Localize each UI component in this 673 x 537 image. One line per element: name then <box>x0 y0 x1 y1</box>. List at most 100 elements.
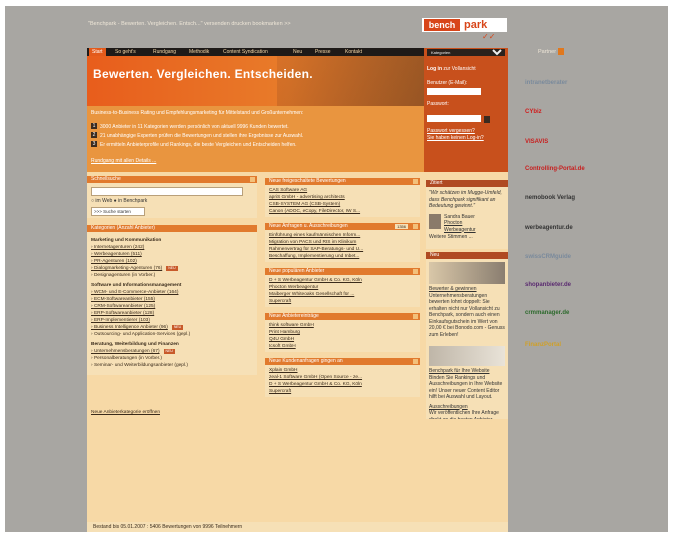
category-item[interactable]: › CRM-Softwareanbieter (125) <box>91 303 253 310</box>
partner-logo[interactable]: intranetberater <box>525 80 567 86</box>
partner-logo[interactable]: nemobook Verlag <box>525 195 575 201</box>
rss-icon[interactable] <box>413 179 418 184</box>
category-item[interactable]: › WCM- und E-Commerce-Anbieter (164) <box>91 289 253 296</box>
partner-logo[interactable]: FinanzPortal <box>525 342 561 348</box>
partner-logo[interactable]: Controlling-Portal.de <box>525 166 585 172</box>
news-item-link[interactable]: Xplain GmbH <box>269 367 416 374</box>
partner-icon <box>557 48 564 55</box>
point-number-2: 2 <box>91 132 97 138</box>
category-item-label: Internetagenturen (242) <box>93 245 145 250</box>
news-item-link[interactable]: D + S Werbeagentur GmbH & Co. KG, Köln <box>269 277 416 284</box>
news-item-link[interactable]: D + S Werbeagentur GmbH & Co. KG, Köln <box>269 381 416 388</box>
partner-logo[interactable]: shopanbieter.de <box>525 282 571 288</box>
partner-logo[interactable]: CYbiz <box>525 109 542 115</box>
quicksearch-title: Schnellsuche <box>91 176 121 182</box>
news-item-link[interactable]: CAS Software AG <box>269 187 416 194</box>
benchpark-logo[interactable]: bench park ✓✓ <box>422 18 508 44</box>
news-section-list: D + S Werbeagentur GmbH & Co. KG, Köln Ph… <box>265 275 420 307</box>
partner-logo[interactable]: VISAVIS <box>525 139 548 145</box>
login-panel: Kategorien Log in zur Vollansicht Benutz… <box>424 48 508 172</box>
news-section-header: Neue populären Anbieter <box>265 268 420 275</box>
category-item[interactable]: › Internetagenturen (242) <box>91 244 253 251</box>
scope-benchpark-radio[interactable]: ● <box>114 198 117 204</box>
news-item-link[interactable]: Einführung eines kaufmännischen Inform..… <box>269 232 416 239</box>
news-item-link[interactable]: Canon (ADOC, eCopy, FileDirector, IW S..… <box>269 208 416 215</box>
search-settings-icon[interactable] <box>250 177 255 182</box>
nav-item-presse[interactable]: Presse <box>315 49 331 55</box>
nav-item-start[interactable]: Start <box>89 48 106 56</box>
tour-link[interactable]: Rundgang mit allen Details ... <box>91 158 156 164</box>
news-item-link[interactable]: Maiberger Whiteoaks Gesellschaft für ... <box>269 291 416 298</box>
nav-item-neu[interactable]: Neu <box>293 49 302 55</box>
nav-item-content-syndication[interactable]: Content Syndication <box>223 49 268 55</box>
news-section-list: think software GmbH Print Hamburg Q4U GmbH… <box>265 320 420 352</box>
news-item-link[interactable]: Migration von PACS und RIS im Klinikum <box>269 239 416 246</box>
category-item[interactable]: › Dialogmarketing-Agenturen (76) NEU <box>91 265 253 272</box>
logo-park-text: park <box>464 19 488 31</box>
login-go-button[interactable] <box>484 116 490 123</box>
category-item-label: Personalberatungen (in Vorber.) <box>93 356 162 361</box>
category-item[interactable]: › PR-Agenturen (102) <box>91 258 253 265</box>
new-image <box>429 262 505 284</box>
rss-icon[interactable] <box>413 314 418 319</box>
nav-item-rundgang[interactable]: Rundgang <box>153 49 176 55</box>
page-tagline[interactable]: "Benchpark - Bewerten. Vergleichen. Ents… <box>88 21 291 27</box>
new-badge: NEU <box>163 349 175 354</box>
news-item-link[interactable]: Print Hamburg <box>269 329 416 336</box>
partner-logo[interactable]: swissCRMguide <box>525 254 571 260</box>
category-item: › Seminar- und Weiterbildungsanbieter (g… <box>91 362 253 369</box>
category-item[interactable]: › ERP-Softwareanbieter (128) <box>91 310 253 317</box>
news-item-link[interactable]: Beschaffung, Implementierung und Inbet..… <box>269 253 416 260</box>
username-input[interactable] <box>427 88 481 95</box>
category-group-title: Marketing und Kommunikation <box>91 238 162 243</box>
scope-web-radio[interactable]: ○ <box>91 198 94 204</box>
partner-heading: Partner <box>538 48 564 55</box>
open-category-link[interactable]: Neue Anbieterkategorie eröffnen <box>87 409 257 416</box>
partner-logo[interactable]: crmmanager.de <box>525 310 569 316</box>
news-item-link[interactable]: zeal-1 Software GmbH (Open Source - ze..… <box>269 374 416 381</box>
rss-icon[interactable] <box>413 359 418 364</box>
news-item-link[interactable]: apriS GmbH - advertising architects <box>269 194 416 201</box>
quote-text: "Wir schätzen im Mugge-Umfeld, dass Benc… <box>429 190 502 209</box>
news-item-link[interactable]: Supercraft <box>269 388 416 395</box>
quicksearch-box: ○ im Web ● in Benchpark >>> Suche starte… <box>87 183 257 218</box>
news-section-header: Neue Anfragen u. Ausschreibungen 1356 <box>265 223 420 230</box>
category-item[interactable]: › ECM-Softwareanbieter (155) <box>91 296 253 303</box>
news-section-title: Neue Anfragen u. Ausschreibungen <box>269 223 348 229</box>
nav-item-so-gehts[interactable]: So geht's <box>115 49 136 55</box>
register-link[interactable]: Sie haben keinen Log-in? <box>427 135 484 141</box>
category-item[interactable]: › Business Intelligence Anbieter (96) NEU <box>91 324 253 331</box>
rss-icon[interactable] <box>413 224 418 229</box>
news-item-link[interactable]: tcsoft GmbH <box>269 343 416 350</box>
news-item-link[interactable]: think software GmbH <box>269 322 416 329</box>
password-input[interactable] <box>427 115 481 122</box>
news-sections: Neue freigeschaltete Bewertungen CAS Soft… <box>265 178 420 397</box>
forgot-password-link[interactable]: Passwort vergessen? <box>427 128 475 134</box>
more-quotes-link[interactable]: Weitere Stimmen ... <box>429 234 473 241</box>
news-section-header: Neue Anbietereinträge <box>265 313 420 320</box>
category-item[interactable]: › Unternehmensberatungen (67) NEU <box>91 348 253 355</box>
search-scope: ○ im Web ● in Benchpark <box>91 198 147 204</box>
login-title-main: Log in <box>427 66 442 72</box>
news-item-link[interactable]: Phocton Werbeagentur <box>269 284 416 291</box>
news-item-link[interactable]: Q4U GmbH <box>269 336 416 343</box>
partner-title: Partner <box>538 48 557 55</box>
search-input[interactable] <box>91 187 243 196</box>
category-item-label: Designagenturen (in Vorber.) <box>93 273 156 278</box>
nav-item-methodik[interactable]: Methodik <box>189 49 209 55</box>
categories-box: Marketing und Kommunikation › Internetage… <box>87 232 257 375</box>
category-item[interactable]: › ERP-Implementierer (103) <box>91 317 253 324</box>
category-group-title: Software und Informationsmanagement <box>91 283 182 288</box>
category-item[interactable]: › Werbeagenturen (511) <box>91 251 253 258</box>
logo-bench-text: bench <box>424 19 460 31</box>
search-start-button[interactable]: >>> Suche starten <box>91 207 145 216</box>
news-item-link[interactable]: CSB-SYSTEM AG (CSB-System) <box>269 201 416 208</box>
nav-item-kontakt[interactable]: Kontakt <box>345 49 362 55</box>
partner-logo[interactable]: werbeagentur.de <box>525 225 573 231</box>
news-item-link[interactable]: Supercraft <box>269 298 416 305</box>
point-number-3: 3 <box>91 141 97 147</box>
quote-company[interactable]: Phocton Werbeagentur <box>444 220 494 233</box>
news-item-link[interactable]: Rahmenvertrag für SAP-Beratungs- und U..… <box>269 246 416 253</box>
rss-icon[interactable] <box>413 269 418 274</box>
category-select[interactable]: Kategorien <box>427 49 505 56</box>
